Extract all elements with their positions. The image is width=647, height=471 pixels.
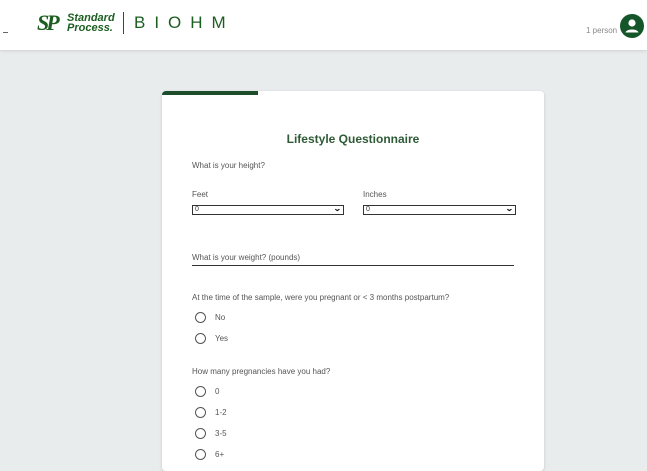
user-icon-glyph [625,19,639,33]
radio-button[interactable] [195,449,206,460]
user-icon[interactable] [620,14,644,38]
menu-dash[interactable] [3,32,8,33]
radio-button[interactable] [195,407,206,418]
inches-select-value: 0 [366,206,370,213]
feet-select-value: 0 [195,206,199,213]
sp-logo-mark: SP [37,10,60,35]
radio-label: 1-2 [215,408,227,417]
pregnant-question: At the time of the sample, were you preg… [192,293,450,302]
weight-input[interactable] [192,249,514,266]
pregnancies-question: How many pregnancies have you had? [192,367,331,376]
standard-process-logo[interactable]: SP Standard Process. [37,11,117,35]
brand-line-2: Process. [67,22,113,34]
person-count-label: 1 person [586,26,618,35]
biohm-logo[interactable]: BIOHM [134,13,235,33]
chevron-down-icon: ⌄ [333,204,343,213]
radio-label: No [215,313,226,322]
radio-button[interactable] [195,333,206,344]
radio-button[interactable] [195,312,206,323]
height-question: What is your height? [192,161,265,170]
feet-select[interactable]: 0 ⌄ [192,205,344,215]
radio-label: 0 [215,387,220,396]
progress-bar [162,91,544,95]
logo-divider [123,12,124,34]
radio-button[interactable] [195,386,206,397]
top-header: SP Standard Process. BIOHM 1 person [0,0,647,50]
feet-label: Feet [192,190,209,199]
questionnaire-card: Lifestyle Questionnaire What is your hei… [162,91,544,471]
inches-select[interactable]: 0 ⌄ [363,205,516,215]
page-title: Lifestyle Questionnaire [286,132,420,146]
chevron-down-icon: ⌄ [505,204,515,213]
radio-label: Yes [215,334,229,343]
radio-button[interactable] [195,428,206,439]
radio-label: 3-5 [215,429,227,438]
progress-fill [162,91,258,95]
inches-label: Inches [363,190,387,199]
radio-label: 6+ [215,450,225,459]
